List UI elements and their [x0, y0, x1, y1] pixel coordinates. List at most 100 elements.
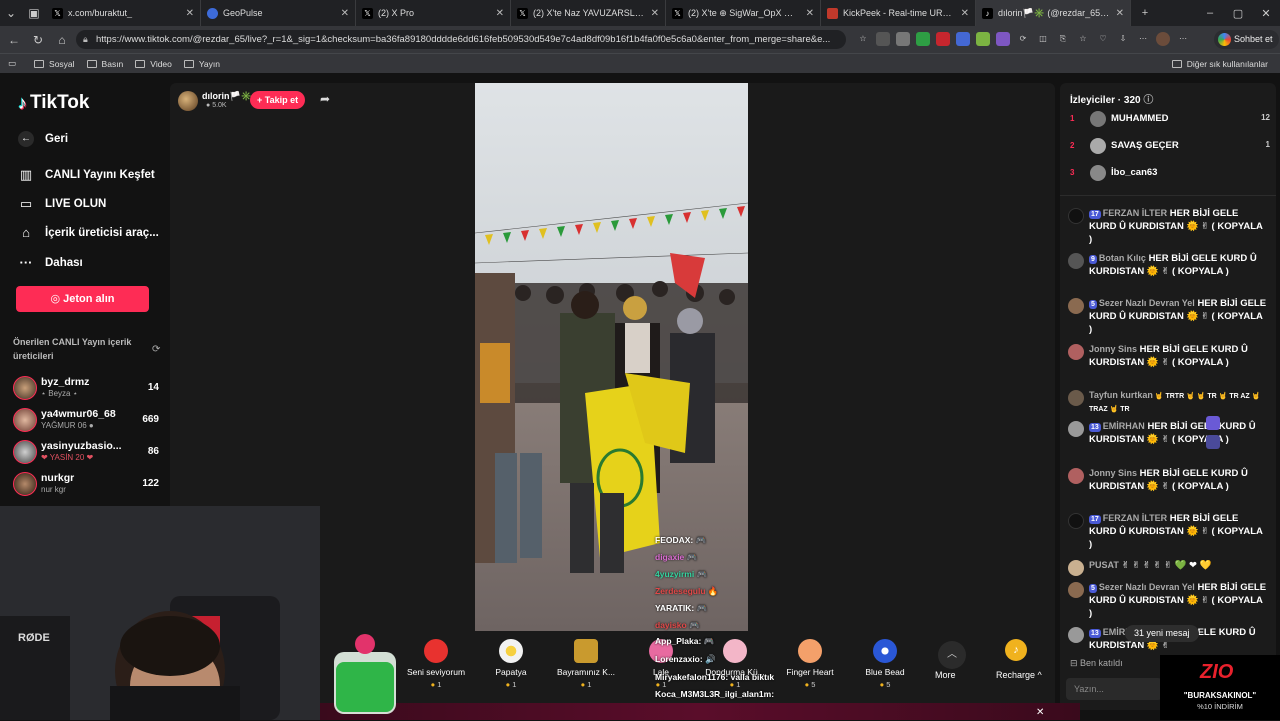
home-icon[interactable]: ⌂ — [50, 33, 74, 47]
creator-subtitle: YAĞMUR 06 ● — [41, 421, 94, 430]
live-video[interactable] — [475, 83, 748, 631]
chat-input[interactable]: Yazın... — [1066, 678, 1162, 700]
extension-icon[interactable] — [936, 32, 950, 46]
share-icon[interactable]: ➦ — [320, 92, 330, 106]
gift-price-value: 5 — [886, 680, 891, 689]
bookmark-folder-sosyal[interactable]: Sosyal — [34, 59, 75, 69]
gift-name: Papatya — [495, 667, 527, 677]
bookmark-folder-yayin[interactable]: Yayın — [183, 59, 220, 69]
close-icon[interactable]: ✕ — [341, 8, 349, 19]
split-view-icon[interactable]: ◫ — [1036, 32, 1050, 46]
sidebar-item-go-live[interactable]: ▭ LIVE OLUN — [18, 196, 107, 212]
tab-menu-icon[interactable]: ⌄ — [0, 6, 22, 20]
gift-item[interactable]: Bayramınız K... ● 1 — [551, 630, 621, 689]
extensions-puzzle-icon[interactable]: ⟳ — [1016, 32, 1030, 46]
avatar — [1068, 582, 1084, 598]
x-icon: 𝕏 — [672, 7, 683, 19]
recharge-coin-icon[interactable]: ♪ — [1005, 639, 1027, 661]
new-tab-icon[interactable]: + — [1131, 7, 1159, 19]
extension-icon[interactable] — [956, 32, 970, 46]
top-viewer[interactable]: 3 İbo_can63 — [1070, 163, 1270, 183]
extension-icon[interactable] — [916, 32, 930, 46]
chat-username: Tayfun kurtkan — [1089, 390, 1153, 400]
url-field[interactable]: 🔒︎ https://www.tiktok.com/@rezdar_65/liv… — [76, 30, 846, 49]
suggested-creator[interactable]: byz_drmz ⋆ Beyza ⋆ 14 — [13, 374, 163, 402]
more-icon[interactable]: ⋯ — [1136, 32, 1150, 46]
close-icon[interactable]: ✕ — [1116, 8, 1124, 19]
creator-subtitle: nur kgr — [41, 485, 66, 494]
gift-item[interactable]: Finger Heart ● 5 — [775, 630, 845, 689]
sidebar-item-back[interactable]: ← Geri — [18, 131, 68, 147]
extension-icon[interactable] — [896, 32, 910, 46]
copilot-chat-button[interactable]: Sohbet et — [1214, 30, 1279, 49]
window-close-icon[interactable]: ✕ — [1252, 7, 1280, 20]
menu-dots-icon[interactable]: ⋯ — [1176, 32, 1190, 46]
tab-workspace-icon[interactable]: ▣ — [22, 6, 46, 20]
streamer-webcam: RØDE — [0, 506, 320, 720]
creator-name: ya4wmur06_68 — [41, 408, 116, 420]
get-coins-button[interactable]: ◎ Jeton alın — [16, 286, 149, 312]
gift-item[interactable]: Papatya ● 1 — [476, 630, 546, 689]
suggested-creator[interactable]: ya4wmur06_68 YAĞMUR 06 ● 669 — [13, 406, 163, 434]
bookmarks-bar: ▭ Sosyal Basın Video Yayın Diğer sık kul… — [0, 53, 1280, 73]
back-icon[interactable]: ← — [2, 33, 26, 47]
side-widget-icon[interactable] — [1206, 416, 1220, 430]
other-bookmarks[interactable]: Diğer sık kullanılanlar — [1171, 59, 1268, 69]
extension-icon[interactable] — [876, 32, 890, 46]
tab-title: x.com/buraktut_ — [68, 8, 133, 18]
minimize-icon[interactable]: – — [1196, 7, 1224, 19]
extension-icon[interactable] — [996, 32, 1010, 46]
maximize-icon[interactable]: ▢ — [1224, 7, 1252, 20]
tab-tiktok-live[interactable]: ♪ dılorin🏳️✳️ (@rezdar_65) C ✕ — [976, 0, 1131, 26]
new-messages-pill[interactable]: 31 yeni mesaj — [1125, 625, 1199, 642]
sidebar-toggle-icon[interactable]: ▭ — [8, 58, 16, 69]
favorites-icon[interactable]: ☆ — [1076, 32, 1090, 46]
home-creator-icon: ⌂ — [22, 225, 30, 240]
close-icon[interactable]: ✕ — [961, 8, 969, 19]
close-icon[interactable]: ✕ — [806, 8, 814, 19]
bookmark-folder-video[interactable]: Video — [135, 59, 172, 69]
tiktok-logo[interactable]: ♪ TikTok — [18, 92, 89, 114]
tab-x-pro[interactable]: 𝕏 (2) X Pro ✕ — [356, 0, 511, 26]
downloads-icon[interactable]: ⇩ — [1116, 32, 1130, 46]
sidebar-item-creator-tools[interactable]: ⌂ İçerik üreticisi araç... — [18, 225, 159, 240]
refresh-icon[interactable]: ⟳ — [152, 344, 160, 355]
close-icon[interactable]: ✕ — [1036, 707, 1044, 718]
star-icon[interactable]: ☆ — [856, 32, 870, 46]
close-icon[interactable]: ✕ — [496, 8, 504, 19]
extension-icon[interactable] — [976, 32, 990, 46]
viewer-name: İbo_can63 — [1111, 167, 1158, 178]
more-gifts-button[interactable]: ︿ — [938, 641, 966, 669]
sidebar-item-more[interactable]: ··· Dahası — [18, 255, 83, 270]
bookmark-folder-basin[interactable]: Basın — [86, 59, 123, 69]
tab-title: GeoPulse — [223, 8, 263, 18]
profile-avatar[interactable] — [1156, 32, 1170, 46]
heart-icon[interactable]: ♡ — [1096, 32, 1110, 46]
chat-username: Botan Kılıç — [1098, 253, 1146, 263]
host-info[interactable]: dılorin🏳️✳️ ● 5.0K — [178, 91, 252, 111]
close-icon[interactable]: ✕ — [186, 8, 194, 19]
tab-x-naz[interactable]: 𝕏 (2) X'te Naz YAVUZARSLAN: "CH ✕ — [511, 0, 666, 26]
tab-kickpeek[interactable]: KickPeek - Real-time URL Crawle ✕ — [821, 0, 976, 26]
viewer-rank: 1 — [1070, 114, 1075, 123]
chat-button-label: Sohbet et — [1234, 34, 1273, 44]
tab-x-sigwar[interactable]: 𝕏 (2) X'te ⊕ SigWar_OpX ⊕ Δ: "Ca ✕ — [666, 0, 821, 26]
host-avatar[interactable] — [178, 91, 198, 111]
collections-icon[interactable]: ⎘ — [1056, 32, 1070, 46]
top-viewer[interactable]: 1 MUHAMMED 12 — [1070, 109, 1270, 129]
gift-item[interactable]: Blue Bead ● 5 — [850, 630, 920, 689]
reload-icon[interactable]: ↻ — [26, 33, 50, 47]
tab-x-buraktut[interactable]: 𝕏 x.com/buraktut_ ✕ — [46, 0, 201, 26]
close-icon[interactable]: ✕ — [651, 8, 659, 19]
translate-icon[interactable] — [1206, 435, 1220, 449]
tab-geopulse[interactable]: GeoPulse ✕ — [201, 0, 356, 26]
suggested-creator[interactable]: nurkgr nur kgr 122 — [13, 470, 163, 498]
recharge-button[interactable]: Recharge ^ — [996, 670, 1042, 680]
top-viewer[interactable]: 2 SAVAŞ GEÇER 1 — [1070, 136, 1270, 156]
info-icon[interactable]: ⓘ — [1143, 95, 1153, 106]
viewer-count: 14 — [147, 382, 159, 393]
sidebar-item-explore-live[interactable]: ▥ CANLI Yayını Keşfet — [18, 167, 155, 183]
follow-button[interactable]: + Takip et — [250, 91, 306, 109]
suggested-creator[interactable]: yasinyuzbasio... ❤ YASİN 20 ❤ 86 — [13, 438, 163, 466]
gift-item[interactable]: Seni seviyorum ● 1 — [401, 630, 471, 689]
